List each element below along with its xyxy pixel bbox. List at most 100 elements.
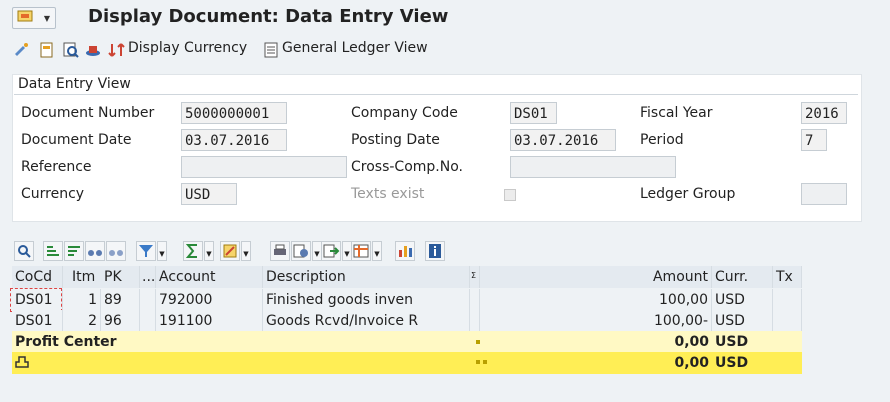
texts-exist-label: Texts exist (351, 186, 425, 202)
fiscal-year-label: Fiscal Year (640, 105, 713, 121)
subtotal-row[interactable]: Profit Center 0,00 USD (12, 331, 802, 353)
edit-pencil-icon[interactable] (12, 41, 30, 59)
company-code-label: Company Code (351, 105, 458, 121)
table-row[interactable]: DS01 2 96 191100 Goods Rcvd/Invoice R 10… (12, 310, 802, 332)
find-button[interactable] (85, 241, 105, 261)
printer-icon (274, 244, 286, 255)
posting-date-field[interactable]: 03.07.2016 (510, 129, 616, 151)
subtotal-icon (223, 244, 237, 258)
subtotal-level-marker (476, 340, 480, 344)
cell-itm[interactable]: 1 (63, 289, 101, 311)
layout-dropdown[interactable]: ▼ (372, 241, 382, 261)
total-button[interactable] (183, 241, 203, 261)
binoculars-icon (88, 250, 102, 256)
sort-desc-icon (68, 246, 80, 256)
subtotal-amount: 0,00 (480, 331, 712, 353)
sigma-icon (185, 244, 197, 258)
cell-pk[interactable]: 96 (101, 310, 140, 332)
ledger-group-label: Ledger Group (640, 186, 736, 202)
col-curr[interactable]: Curr. (712, 266, 773, 288)
total-label (12, 352, 470, 374)
table-row[interactable]: DS01 1 89 792000 Finished goods inven 10… (12, 289, 802, 311)
cell-itm[interactable]: 2 (63, 310, 101, 332)
cell-account[interactable]: 191100 (156, 310, 263, 332)
col-amount[interactable]: Amount (480, 266, 712, 288)
filter-icon (139, 245, 153, 257)
chevron-down-icon: ▼ (43, 14, 50, 23)
info-icon (429, 244, 441, 258)
cell-more[interactable] (140, 289, 156, 311)
cell-sigma (470, 289, 480, 311)
general-ledger-view-button[interactable]: General Ledger View (282, 40, 428, 56)
cell-pk[interactable]: 89 (101, 289, 140, 311)
currency-icon (108, 43, 125, 57)
system-menu-button[interactable]: ▼ (12, 7, 56, 29)
sort-ascending-button[interactable] (43, 241, 63, 261)
export-button[interactable] (321, 241, 341, 261)
total-amount: 0,00 (480, 352, 712, 374)
reference-label: Reference (21, 159, 92, 175)
col-description[interactable]: Description (263, 266, 470, 288)
document-number-label: Document Number (21, 105, 155, 121)
sort-descending-button[interactable] (64, 241, 84, 261)
sap-menu-icon (17, 10, 33, 22)
panel-title: Data Entry View (18, 76, 131, 92)
hat-icon[interactable] (84, 41, 102, 59)
col-more[interactable]: ... (140, 266, 156, 288)
filter-button[interactable] (136, 241, 156, 261)
cell-tx[interactable] (773, 289, 802, 311)
cell-tx[interactable] (773, 310, 802, 332)
col-account[interactable]: Account (156, 266, 263, 288)
print-button[interactable] (270, 241, 290, 261)
details-button[interactable] (14, 241, 34, 261)
document-date-field[interactable]: 03.07.2016 (181, 129, 287, 151)
cell-more[interactable] (140, 310, 156, 332)
reference-field[interactable] (181, 156, 347, 178)
subtotal-button[interactable] (220, 241, 240, 261)
magnifier-icon (18, 245, 31, 258)
cell-curr[interactable]: USD (712, 289, 773, 311)
col-tx[interactable]: Tx (773, 266, 802, 288)
fiscal-year-field[interactable]: 2016 (801, 102, 847, 124)
cell-amount[interactable]: 100,00- (480, 310, 712, 332)
document-orange-icon[interactable] (38, 41, 56, 59)
total-weight-icon (15, 356, 29, 368)
document-number-field[interactable]: 5000000001 (181, 102, 287, 124)
cell-description[interactable]: Finished goods inven (263, 289, 470, 311)
views-icon (293, 244, 308, 258)
export-icon (323, 244, 340, 258)
cell-curr[interactable]: USD (712, 310, 773, 332)
cell-cocd[interactable]: DS01 (12, 310, 63, 332)
info-button[interactable] (425, 241, 445, 261)
total-dropdown[interactable]: ▼ (204, 241, 214, 261)
texts-exist-checkbox[interactable] (504, 189, 516, 201)
layout-icon (353, 244, 369, 258)
cell-account[interactable]: 792000 (156, 289, 263, 311)
find-next-button[interactable] (106, 241, 126, 261)
cell-amount[interactable]: 100,00 (480, 289, 712, 311)
posting-date-label: Posting Date (351, 132, 440, 148)
display-currency-button[interactable]: Display Currency (128, 40, 247, 56)
ledger-icon (264, 42, 278, 58)
col-cocd[interactable]: CoCd (12, 266, 63, 288)
magnifier-doc-icon[interactable] (62, 41, 80, 59)
col-pk[interactable]: PK (101, 266, 140, 288)
views-button[interactable] (291, 241, 311, 261)
total-row[interactable]: 0,00 USD (12, 352, 802, 374)
cell-description[interactable]: Goods Rcvd/Invoice R (263, 310, 470, 332)
layout-button[interactable] (351, 241, 371, 261)
graphic-button[interactable] (395, 241, 415, 261)
period-label: Period (640, 132, 684, 148)
subtotal-curr: USD (712, 331, 802, 353)
cross-comp-field[interactable] (510, 156, 676, 178)
subtotal-dropdown[interactable]: ▼ (241, 241, 251, 261)
col-sigma[interactable]: Σ (470, 266, 480, 288)
table-header: CoCd Itm PK ... Account Description Σ Am… (12, 266, 802, 288)
ledger-group-field[interactable] (801, 183, 847, 205)
filter-dropdown[interactable]: ▼ (157, 241, 167, 261)
period-field[interactable]: 7 (801, 129, 827, 151)
cross-comp-label: Cross-Comp.No. (351, 159, 463, 175)
company-code-field[interactable]: DS01 (510, 102, 557, 124)
bar-chart-icon (399, 246, 412, 257)
currency-field[interactable]: USD (181, 183, 237, 205)
